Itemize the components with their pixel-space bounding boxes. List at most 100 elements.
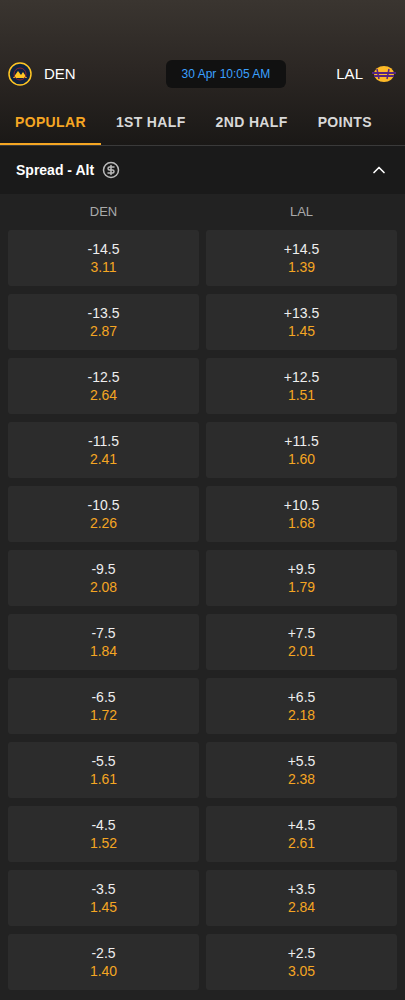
odds-row: -14.53.11+14.51.39 [8, 230, 397, 286]
odds-value: 1.39 [288, 258, 315, 276]
odds-button[interactable]: +13.51.45 [206, 294, 397, 350]
odds-value: 2.26 [90, 514, 117, 532]
odds-button[interactable]: +12.51.51 [206, 358, 397, 414]
odds-row: -13.52.87+13.51.45 [8, 294, 397, 350]
market-header[interactable]: Spread - Alt [0, 146, 405, 194]
odds-row: -3.51.45+3.52.84 [8, 870, 397, 926]
odds-button[interactable]: -3.51.45 [8, 870, 199, 926]
home-team-name: DEN [44, 63, 76, 86]
odds-value: 3.11 [90, 258, 116, 276]
odds-value: 2.08 [90, 578, 117, 596]
column-header: DEN [8, 202, 199, 222]
odds-button[interactable]: +3.52.84 [206, 870, 397, 926]
odds-value: 2.41 [90, 450, 117, 468]
odds-button[interactable]: -6.51.72 [8, 678, 199, 734]
odds-button[interactable]: +5.52.38 [206, 742, 397, 798]
odds-button[interactable]: -11.52.41 [8, 422, 199, 478]
market-title: Spread - Alt [16, 160, 94, 181]
odds-value: 1.68 [288, 514, 315, 532]
odds-button[interactable]: -14.53.11 [8, 230, 199, 286]
odds-button[interactable]: -4.51.52 [8, 806, 199, 862]
spread-line: +2.5 [288, 944, 316, 962]
spread-line: +3.5 [288, 880, 316, 898]
odds-button[interactable]: +2.53.05 [206, 934, 397, 990]
tab[interactable]: POPULAR [0, 108, 101, 145]
odds-value: 1.52 [90, 834, 117, 852]
odds-button[interactable]: -12.52.64 [8, 358, 199, 414]
odds-value: 1.61 [90, 770, 117, 788]
odds-button[interactable]: +9.51.79 [206, 550, 397, 606]
spread-line: -6.5 [91, 688, 115, 706]
odds-value: 2.64 [90, 386, 117, 404]
spread-line: -5.5 [91, 752, 115, 770]
odds-button[interactable]: -13.52.87 [8, 294, 199, 350]
odds-value: 3.05 [288, 962, 315, 980]
spread-line: +13.5 [284, 304, 319, 322]
app: DEN 30 Apr 10:05 AM LAL POPULAR1ST HALF2ND … [0, 0, 405, 1000]
odds-value: 1.60 [288, 450, 315, 468]
spread-line: -4.5 [91, 816, 115, 834]
odds-button[interactable]: -2.51.40 [8, 934, 199, 990]
odds-button[interactable]: -9.52.08 [8, 550, 199, 606]
odds-button[interactable]: +6.52.18 [206, 678, 397, 734]
den-logo-icon [8, 62, 32, 86]
odds-button[interactable]: -5.51.61 [8, 742, 199, 798]
market-title-group: Spread - Alt [16, 160, 120, 181]
odds-button[interactable]: +10.51.68 [206, 486, 397, 542]
tab[interactable]: POINTS [303, 108, 387, 145]
column-header: LAL [206, 202, 397, 222]
odds-row: -9.52.08+9.51.79 [8, 550, 397, 606]
spread-line: +6.5 [288, 688, 316, 706]
odds-button[interactable]: +14.51.39 [206, 230, 397, 286]
odds-row: -11.52.41+11.51.60 [8, 422, 397, 478]
odds-value: 2.84 [288, 898, 315, 916]
odds-row: -6.51.72+6.52.18 [8, 678, 397, 734]
odds-value: 1.72 [90, 706, 117, 724]
spread-line: +14.5 [284, 240, 319, 258]
lal-logo-icon [371, 65, 397, 83]
spread-line: -7.5 [91, 624, 115, 642]
odds-row: -2.51.40+2.53.05 [8, 934, 397, 990]
away-team-name: LAL [336, 63, 363, 86]
spread-line: +9.5 [288, 560, 316, 578]
odds-value: 2.87 [90, 322, 117, 340]
odds-value: 1.51 [288, 386, 315, 404]
home-team: DEN [8, 62, 76, 86]
odds-value: 1.84 [90, 642, 117, 660]
odds-value: 1.79 [288, 578, 315, 596]
collapse-icon[interactable] [369, 160, 389, 180]
spread-line: +11.5 [284, 432, 318, 450]
odds-list: -14.53.11+14.51.39-13.52.87+13.51.45-12.… [0, 230, 405, 998]
odds-button[interactable]: +11.51.60 [206, 422, 397, 478]
odds-row: -10.52.26+10.51.68 [8, 486, 397, 542]
spread-line: -14.5 [88, 240, 120, 258]
odds-value: 2.61 [288, 834, 315, 852]
spread-line: +10.5 [284, 496, 319, 514]
spread-line: -11.5 [88, 432, 119, 450]
odds-row: -12.52.64+12.51.51 [8, 358, 397, 414]
spread-line: -3.5 [91, 880, 115, 898]
spread-line: -10.5 [88, 496, 120, 514]
tab-bar: POPULAR1ST HALF2ND HALFPOINTS [0, 108, 405, 146]
odds-button[interactable]: -10.52.26 [8, 486, 199, 542]
odds-button[interactable]: +7.52.01 [206, 614, 397, 670]
column-headers: DEN LAL [0, 194, 405, 230]
spread-line: +12.5 [284, 368, 319, 386]
spread-line: -9.5 [91, 560, 115, 578]
match-time: 30 Apr 10:05 AM [166, 60, 287, 88]
tab[interactable]: 2ND HALF [201, 108, 303, 145]
odds-row: -5.51.61+5.52.38 [8, 742, 397, 798]
odds-button[interactable]: +4.52.61 [206, 806, 397, 862]
odds-value: 1.45 [90, 898, 117, 916]
odds-value: 2.18 [288, 706, 315, 724]
spread-line: -12.5 [88, 368, 120, 386]
match-header: DEN 30 Apr 10:05 AM LAL POPULAR1ST HALF2ND … [0, 0, 405, 146]
odds-button[interactable]: -7.51.84 [8, 614, 199, 670]
spread-line: +5.5 [288, 752, 316, 770]
odds-value: 1.40 [90, 962, 117, 980]
odds-row: -7.51.84+7.52.01 [8, 614, 397, 670]
away-team: LAL [336, 63, 397, 86]
odds-value: 1.45 [288, 322, 315, 340]
tab[interactable]: 1ST HALF [101, 108, 201, 145]
spread-line: +4.5 [288, 816, 316, 834]
